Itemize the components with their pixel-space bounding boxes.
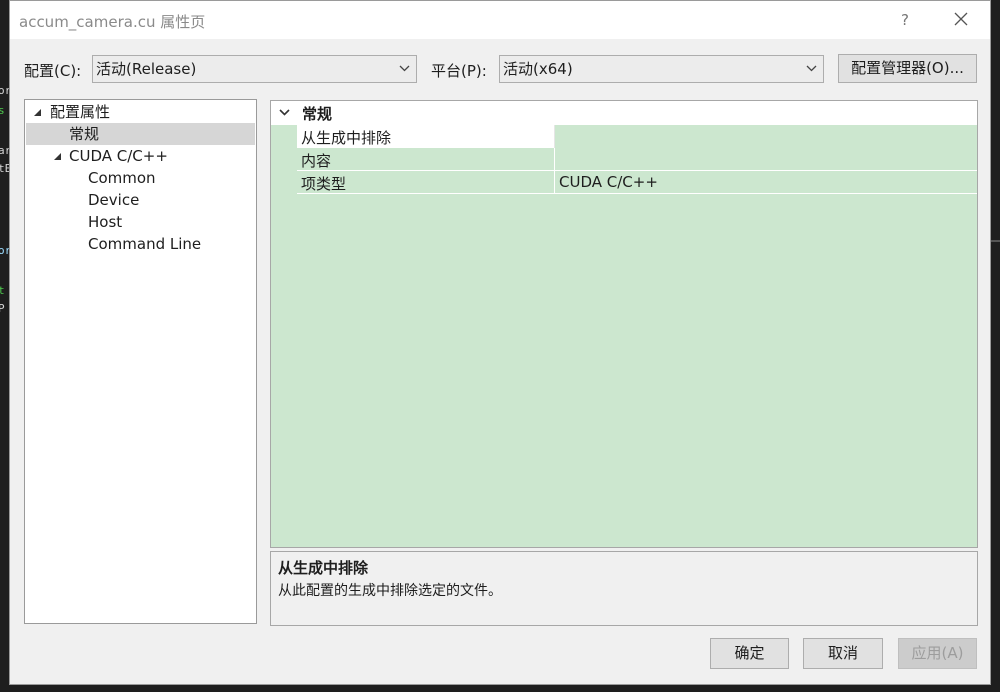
config-dropdown[interactable]: 活动(Release) <box>92 55 417 83</box>
tree-item-label: Common <box>88 169 156 187</box>
property-pages-dialog: accum_camera.cu 属性页 ? 配置(C): 活动(Release)… <box>9 0 991 685</box>
platform-dropdown[interactable]: 活动(x64) <box>499 55 824 83</box>
tree-item-general[interactable]: 常规 <box>26 123 255 145</box>
tree-item-cuda[interactable]: CUDA C/C++ <box>25 145 256 167</box>
platform-label: 平台(P): <box>431 62 487 80</box>
ok-button[interactable]: 确定 <box>710 638 789 669</box>
chevron-down-icon <box>399 65 410 72</box>
description-text: 从此配置的生成中排除选定的文件。 <box>278 583 502 599</box>
config-manager-button[interactable]: 配置管理器(O)... <box>838 54 977 83</box>
bg-code-text: s <box>0 104 5 117</box>
tree-item-common[interactable]: Common <box>25 167 256 189</box>
background-divider <box>990 240 1000 242</box>
platform-value: 活动(x64) <box>503 60 573 78</box>
property-value-cell[interactable] <box>555 125 977 148</box>
column-divider <box>554 171 555 194</box>
property-row-content[interactable]: 内容 <box>297 148 977 171</box>
tree-item-label: Command Line <box>88 235 202 253</box>
apply-button[interactable]: 应用(A) <box>898 638 977 669</box>
category-header[interactable]: 常规 <box>271 101 977 125</box>
close-icon <box>954 12 968 26</box>
bg-code-text: P <box>0 302 5 315</box>
column-divider <box>554 148 555 171</box>
config-label: 配置(C): <box>24 62 82 80</box>
chevron-down-icon <box>806 65 817 72</box>
description-panel: 从生成中排除 从此配置的生成中排除选定的文件。 <box>270 551 978 626</box>
property-row-exclude[interactable]: 从生成中排除 <box>297 125 977 148</box>
window-title: accum_camera.cu 属性页 <box>19 13 206 31</box>
close-button[interactable] <box>946 7 976 33</box>
collapse-triangle-icon[interactable] <box>53 152 62 161</box>
tree-item-config-properties[interactable]: 配置属性 <box>25 101 256 123</box>
category-label: 常规 <box>302 105 333 123</box>
cancel-button[interactable]: 取消 <box>803 638 883 669</box>
title-bar: accum_camera.cu 属性页 ? <box>10 1 990 39</box>
description-title: 从生成中排除 <box>278 559 369 577</box>
collapse-triangle-icon[interactable] <box>33 108 42 117</box>
bg-code-text: t <box>0 284 5 297</box>
tree-item-label: Host <box>88 213 123 231</box>
property-tree: 配置属性 常规 CUDA C/C++ Common Device Host Co… <box>24 99 257 624</box>
property-name: 项类型 <box>301 175 347 193</box>
tree-item-label: CUDA C/C++ <box>69 147 168 165</box>
tree-item-host[interactable]: Host <box>25 211 256 233</box>
chevron-down-icon[interactable] <box>279 109 290 116</box>
property-name: 从生成中排除 <box>301 129 392 147</box>
property-grid: 常规 从生成中排除 内容 项类型 CUDA C/C++ <box>270 100 978 548</box>
property-row-item-type[interactable]: 项类型 CUDA C/C++ <box>297 171 977 194</box>
property-value: CUDA C/C++ <box>559 173 658 191</box>
tree-item-label: 常规 <box>69 125 100 143</box>
config-value: 活动(Release) <box>96 60 197 78</box>
tree-item-device[interactable]: Device <box>25 189 256 211</box>
tree-item-label: Device <box>88 191 140 209</box>
tree-item-command-line[interactable]: Command Line <box>25 233 256 255</box>
tree-item-label: 配置属性 <box>50 103 111 121</box>
property-name: 内容 <box>301 152 332 170</box>
help-button[interactable]: ? <box>890 7 920 33</box>
